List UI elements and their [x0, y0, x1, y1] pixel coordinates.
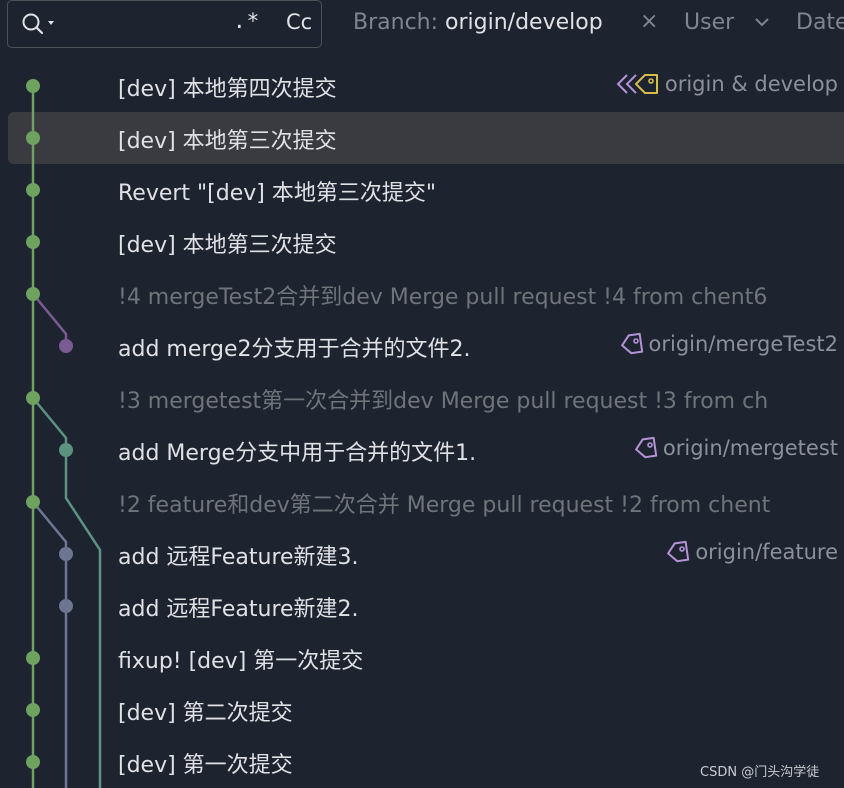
commit-message: add 远程Feature新建2.: [118, 597, 359, 622]
commit-row[interactable]: [dev] 本地第三次提交: [0, 216, 844, 268]
commit-row[interactable]: !4 mergeTest2合并到dev Merge pull request !…: [0, 268, 844, 320]
commit-row[interactable]: !3 mergetest第一次合并到dev Merge pull request…: [0, 372, 844, 424]
multi-ref-icon: [616, 74, 658, 94]
commit-message: [dev] 本地第四次提交: [118, 77, 337, 102]
commit-node: [26, 703, 40, 717]
commit-row[interactable]: fixup! [dev] 第一次提交: [0, 632, 844, 684]
branch-ref-text: origin/mergeTest2: [648, 332, 838, 356]
commit-node: [26, 79, 40, 93]
commit-node: [26, 495, 40, 509]
branch-ref-label[interactable]: origin/feature: [665, 540, 838, 564]
tag-icon: [635, 436, 658, 459]
commit-node: [59, 547, 73, 561]
commit-node: [26, 391, 40, 405]
branch-ref-text: origin & develop: [664, 72, 838, 96]
commit-row[interactable]: !2 feature和dev第二次合并 Merge pull request !…: [0, 476, 844, 528]
branch-ref-label[interactable]: origin & develop: [615, 72, 838, 96]
commit-message: !4 mergeTest2合并到dev Merge pull request !…: [118, 285, 768, 310]
commit-message: add merge2分支用于合并的文件2.: [118, 337, 471, 362]
commit-message: add Merge分支中用于合并的文件1.: [118, 441, 477, 466]
commit-row[interactable]: add merge2分支用于合并的文件2. origin/mergeTest2: [0, 320, 844, 372]
commit-message: Revert "[dev] 本地第三次提交": [118, 181, 436, 206]
commit-node: [59, 339, 73, 353]
commit-graph: [26, 79, 102, 788]
commit-node: [59, 599, 73, 613]
commit-row[interactable]: add Merge分支中用于合并的文件1. origin/mergetest: [0, 424, 844, 476]
commit-row[interactable]: add 远程Feature新建3. origin/feature: [0, 528, 844, 580]
commit-row[interactable]: [dev] 本地第三次提交: [8, 112, 844, 164]
branch-ref-label[interactable]: origin/mergetest: [633, 436, 838, 460]
commit-message: !2 feature和dev第二次合并 Merge pull request !…: [118, 493, 771, 518]
commit-row[interactable]: [dev] 本地第四次提交 origin & develop: [0, 60, 844, 112]
commit-node: [26, 183, 40, 197]
branch-ref-text: origin/feature: [695, 540, 838, 564]
watermark: CSDN @门头沟学徒: [700, 765, 820, 780]
commit-node: [26, 131, 40, 145]
commit-message: fixup! [dev] 第一次提交: [118, 649, 364, 674]
tag-icon: [620, 332, 643, 355]
lane-feature: [32, 501, 68, 788]
commit-message: [dev] 本地第三次提交: [118, 129, 337, 154]
commit-node: [26, 235, 40, 249]
commit-row[interactable]: Revert "[dev] 本地第三次提交": [0, 164, 844, 216]
commit-node: [26, 287, 40, 301]
commit-message: [dev] 本地第三次提交: [118, 233, 337, 258]
branch-ref-label[interactable]: origin/mergeTest2: [619, 332, 838, 356]
commit-message: [dev] 第一次提交: [118, 753, 293, 778]
commit-list: [dev] 本地第四次提交 origin & develop [dev] 本地第三次…: [0, 0, 844, 788]
branch-ref-text: origin/mergetest: [662, 436, 838, 460]
tag-icon: [667, 540, 690, 563]
commit-node: [26, 755, 40, 769]
commit-node: [26, 651, 40, 665]
commit-row[interactable]: add 远程Feature新建2.: [0, 580, 844, 632]
commit-message: add 远程Feature新建3.: [118, 545, 359, 570]
lane-merge-test2: [32, 293, 68, 346]
commit-row[interactable]: [dev] 第二次提交: [0, 684, 844, 736]
commit-message: [dev] 第二次提交: [118, 701, 293, 726]
commit-message: !3 mergetest第一次合并到dev Merge pull request…: [118, 389, 769, 414]
commit-node: [59, 443, 73, 457]
